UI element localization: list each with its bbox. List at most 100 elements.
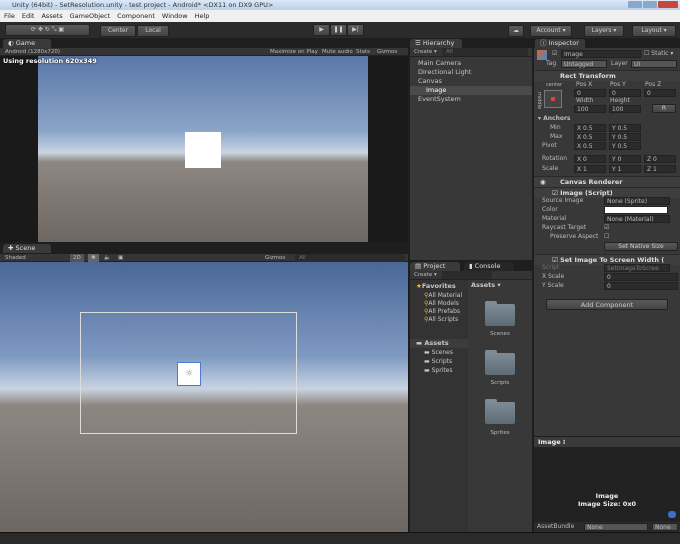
gizmos-dropdown[interactable]: Gizmos — [377, 48, 397, 56]
menu-file[interactable]: File — [4, 10, 15, 22]
height-field[interactable]: 100 — [609, 105, 641, 113]
tab-scene[interactable]: ✚ Scene — [3, 244, 51, 253]
tab-hierarchy[interactable]: ☰ Hierarchy — [410, 39, 462, 48]
preserve-aspect-checkbox[interactable]: ☐ — [604, 233, 609, 241]
script-field[interactable]: SetImageToScree — [604, 264, 670, 272]
hierarchy-item[interactable]: EventSystem — [410, 95, 532, 104]
assets-breadcrumb[interactable]: Assets ▾ — [471, 281, 501, 289]
local-button[interactable]: Local — [137, 25, 169, 37]
layer-dropdown[interactable]: UI — [631, 60, 677, 68]
static-toggle[interactable]: ☐ Static ▾ — [644, 50, 673, 58]
width-field[interactable]: 100 — [574, 105, 606, 113]
pivot-center-button[interactable]: Center — [100, 25, 136, 37]
stats-toggle[interactable]: Stats — [356, 48, 370, 56]
yscale-field[interactable]: 0 — [604, 282, 678, 290]
folder-item[interactable]: ▬ Scripts — [410, 357, 468, 366]
hierarchy-item[interactable]: Canvas — [410, 77, 532, 86]
preview-header[interactable]: Image ⁝ — [534, 437, 680, 447]
folder-icon[interactable] — [485, 301, 515, 326]
tab-game[interactable]: ◐ Game — [3, 39, 51, 48]
folder-item[interactable]: ▬ Sprites — [410, 366, 468, 375]
posx-field[interactable]: 0 — [574, 89, 606, 97]
folder-icon[interactable] — [485, 399, 515, 424]
menu-edit[interactable]: Edit — [22, 10, 35, 22]
scene-search-input[interactable]: All — [295, 254, 405, 262]
menu-help[interactable]: Help — [195, 10, 210, 22]
lighting-toggle[interactable]: ✺ — [88, 254, 99, 262]
scale-z-field[interactable]: Z 1 — [644, 165, 676, 173]
rect-transform-header[interactable]: Rect Transform — [534, 70, 680, 81]
play-button[interactable]: ▶ — [313, 24, 330, 36]
posy-field[interactable]: 0 — [609, 89, 641, 97]
favorites[interactable]: ★Favorites — [410, 282, 468, 291]
tag-dropdown[interactable]: Untagged — [561, 60, 607, 68]
active-checkbox[interactable]: ☑ — [552, 50, 557, 58]
menu-component[interactable]: Component — [117, 10, 155, 22]
maximize-button[interactable] — [643, 1, 657, 8]
canvas-renderer-header[interactable]: ◉ Canvas Renderer — [534, 176, 680, 187]
project-search[interactable] — [442, 271, 492, 279]
aspect-dropdown[interactable]: Android (1280x720) — [5, 48, 60, 56]
hierarchy-item-selected[interactable]: Image — [410, 86, 532, 95]
anchors-foldout[interactable]: ▾ Anchors — [538, 115, 571, 123]
transform-tools[interactable]: ⟳ ✥ ↻ ⤡ ▣ — [5, 24, 90, 36]
layers-dropdown[interactable]: Layers ▾ — [584, 25, 624, 37]
name-field[interactable]: Image — [561, 50, 641, 58]
pivot-y-field[interactable]: Y 0.5 — [609, 142, 641, 150]
scale-x-field[interactable]: X 1 — [574, 165, 606, 173]
minimize-button[interactable] — [628, 1, 642, 8]
hierarchy-item[interactable]: Main Camera — [410, 59, 532, 68]
rotation-y-field[interactable]: Y 0 — [609, 155, 641, 163]
image-handle[interactable]: ☼ — [177, 362, 201, 386]
assets-folder[interactable]: ▬ Assets — [410, 339, 468, 348]
color-field[interactable] — [604, 206, 668, 214]
maximize-on-play-toggle[interactable]: Maximize on Play — [270, 48, 318, 56]
menu-assets[interactable]: Assets — [41, 10, 62, 22]
max-x-field[interactable]: X 0.5 — [574, 133, 606, 141]
account-dropdown[interactable]: Account ▾ — [530, 25, 572, 37]
pivot-x-field[interactable]: X 0.5 — [574, 142, 606, 150]
add-component-button[interactable]: Add Component — [546, 299, 668, 310]
material-field[interactable]: None (Material) — [604, 215, 670, 223]
rotation-z-field[interactable]: Z 0 — [644, 155, 676, 163]
min-y-field[interactable]: Y 0.5 — [609, 124, 641, 132]
anchor-preset-button[interactable] — [544, 90, 562, 108]
audio-toggle[interactable]: 🔈 — [104, 254, 111, 262]
tab-project[interactable]: ▤ Project — [410, 262, 460, 271]
set-native-size-button[interactable]: Set Native Size — [604, 242, 678, 251]
scene-gizmos-dropdown[interactable]: Gizmos — [265, 254, 285, 262]
step-button[interactable]: ▶| — [347, 24, 364, 36]
hierarchy-create[interactable]: Create ▾ — [414, 48, 437, 56]
min-x-field[interactable]: X 0.5 — [574, 124, 606, 132]
scale-y-field[interactable]: Y 1 — [609, 165, 641, 173]
close-button[interactable] — [658, 1, 678, 8]
rotation-x-field[interactable]: X 0 — [574, 155, 606, 163]
folder-item[interactable]: ▬ Scenes — [410, 348, 468, 357]
source-image-field[interactable]: None (Sprite) — [604, 197, 670, 205]
max-y-field[interactable]: Y 0.5 — [609, 133, 641, 141]
shading-dropdown[interactable]: Shaded — [5, 254, 26, 262]
favorite-item[interactable]: ⚲All Scripts — [410, 315, 468, 324]
project-create[interactable]: Create ▾ — [414, 271, 437, 279]
assetbundle-dropdown[interactable]: None — [584, 523, 648, 531]
2d-toggle[interactable]: 2D — [70, 254, 84, 262]
menu-window[interactable]: Window — [162, 10, 188, 22]
raycast-checkbox[interactable]: ☑ — [604, 224, 609, 232]
hierarchy-item[interactable]: Directional Light — [410, 68, 532, 77]
variant-dropdown[interactable]: None — [652, 523, 678, 531]
mute-audio-toggle[interactable]: Mute audio — [322, 48, 353, 56]
tab-inspector[interactable]: ⓘ Inspector — [535, 39, 585, 48]
cloud-icon[interactable]: ☁ — [508, 25, 524, 37]
folder-icon[interactable] — [485, 350, 515, 375]
xscale-field[interactable]: 0 — [604, 273, 678, 281]
effects-toggle[interactable]: ▣ — [118, 254, 123, 262]
posz-field[interactable]: 0 — [644, 89, 676, 97]
hierarchy-search[interactable]: All — [442, 48, 528, 56]
tab-console[interactable]: ▮ Console — [464, 262, 514, 271]
menu-gameobject[interactable]: GameObject — [70, 10, 111, 22]
game-view[interactable]: Using resolution 620x349 — [0, 56, 408, 242]
pause-button[interactable]: ❚❚ — [330, 24, 347, 36]
raw-edit-button[interactable]: R — [652, 104, 676, 113]
layout-dropdown[interactable]: Layout ▾ — [632, 25, 676, 37]
scene-view[interactable]: ☼ — [0, 262, 408, 532]
